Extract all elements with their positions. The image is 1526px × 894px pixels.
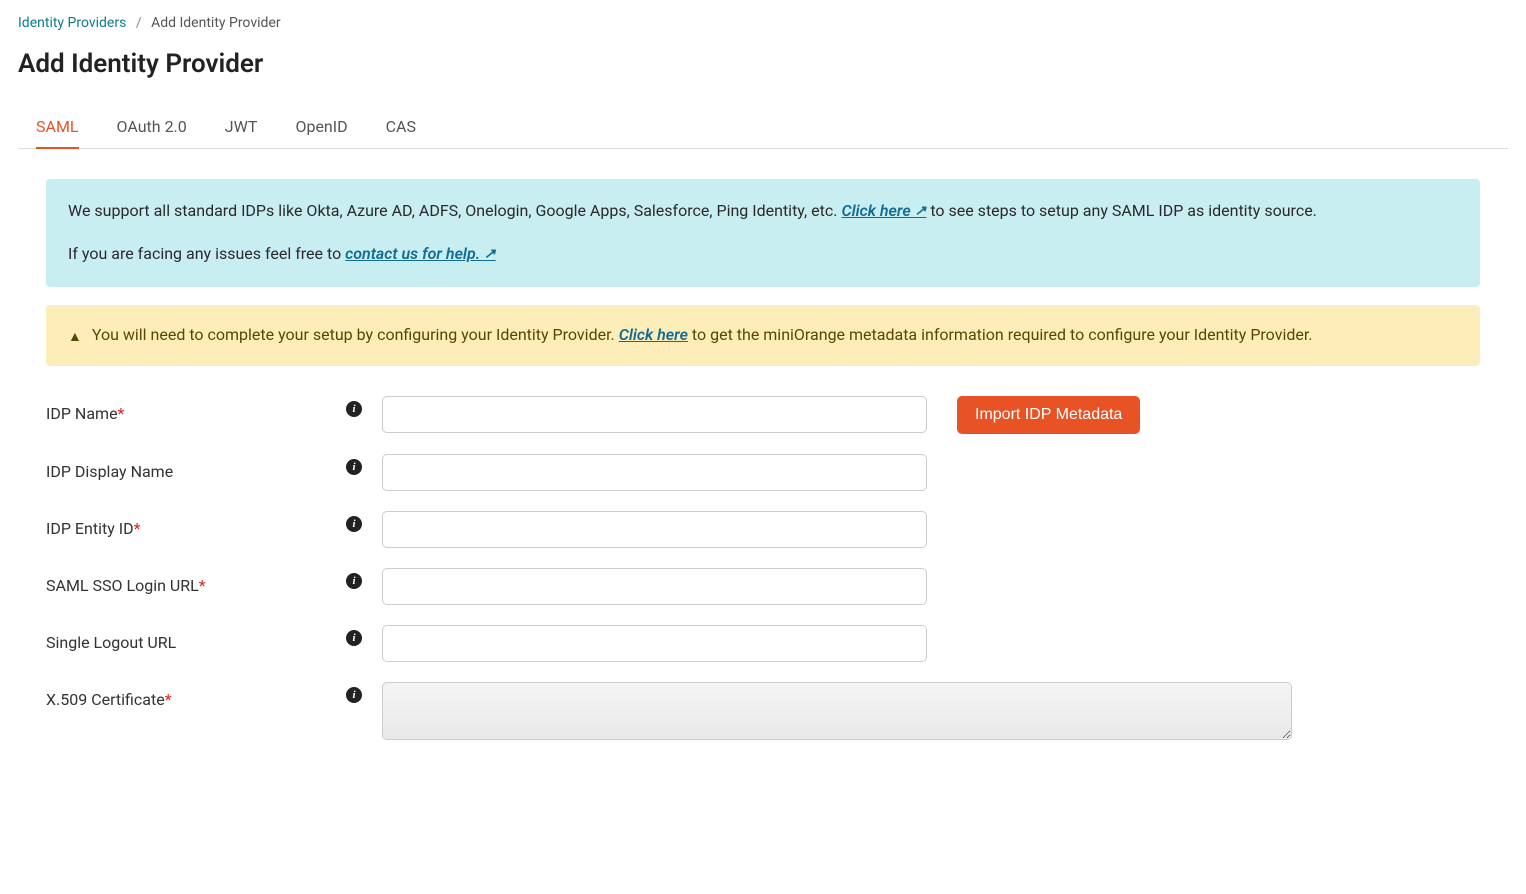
required-marker: * xyxy=(199,576,206,595)
page-title: Add Identity Provider xyxy=(18,49,1508,79)
warn-link-click-here[interactable]: Click here xyxy=(619,325,688,344)
breadcrumb-separator: / xyxy=(136,15,142,31)
info-icon[interactable]: i xyxy=(346,516,362,532)
info-text-2a: If you are facing any issues feel free t… xyxy=(68,244,345,263)
idp-entity-id-input[interactable] xyxy=(382,511,927,548)
info-link-contact-us[interactable]: contact us for help. ↗ xyxy=(345,244,496,263)
row-saml-sso-login-url: SAML SSO Login URL* i xyxy=(46,558,1480,615)
breadcrumb-current: Add Identity Provider xyxy=(151,15,281,31)
tab-cas[interactable]: CAS xyxy=(386,107,416,148)
tab-openid[interactable]: OpenID xyxy=(295,107,347,148)
row-idp-name: IDP Name* i Import IDP Metadata xyxy=(46,386,1480,444)
info-text-1b: to see steps to setup any SAML IDP as id… xyxy=(930,201,1317,220)
info-icon[interactable]: i xyxy=(346,459,362,475)
label-x509-certificate: X.509 Certificate xyxy=(46,690,165,709)
idp-name-input[interactable] xyxy=(382,396,927,433)
breadcrumb: Identity Providers / Add Identity Provid… xyxy=(18,15,1508,31)
label-idp-display-name: IDP Display Name xyxy=(46,462,173,481)
tabs: SAML OAuth 2.0 JWT OpenID CAS xyxy=(18,107,1508,149)
row-x509-certificate: X.509 Certificate* i xyxy=(46,672,1480,754)
row-single-logout-url: Single Logout URL i xyxy=(46,615,1480,672)
label-idp-entity-id: IDP Entity ID xyxy=(46,519,134,538)
warning-banner: ▲ You will need to complete your setup b… xyxy=(46,305,1480,367)
warn-text-after: to get the miniOrange metadata informati… xyxy=(692,325,1313,344)
required-marker: * xyxy=(118,404,125,423)
row-idp-entity-id: IDP Entity ID* i xyxy=(46,501,1480,558)
info-text-1a: We support all standard IDPs like Okta, … xyxy=(68,201,841,220)
tab-oauth2[interactable]: OAuth 2.0 xyxy=(117,107,187,148)
idp-display-name-input[interactable] xyxy=(382,454,927,491)
import-idp-metadata-button[interactable]: Import IDP Metadata xyxy=(957,396,1140,434)
info-banner: We support all standard IDPs like Okta, … xyxy=(46,179,1480,287)
breadcrumb-parent-link[interactable]: Identity Providers xyxy=(18,15,126,31)
required-marker: * xyxy=(134,519,141,538)
x509-certificate-input[interactable] xyxy=(382,682,1292,740)
info-link-click-here[interactable]: Click here ↗ xyxy=(841,201,926,220)
label-idp-name: IDP Name xyxy=(46,404,118,423)
warning-icon: ▲ xyxy=(68,327,82,349)
info-icon[interactable]: i xyxy=(346,630,362,646)
label-single-logout-url: Single Logout URL xyxy=(46,633,176,652)
label-saml-sso-login-url: SAML SSO Login URL xyxy=(46,576,199,595)
row-idp-display-name: IDP Display Name i xyxy=(46,444,1480,501)
saml-sso-login-url-input[interactable] xyxy=(382,568,927,605)
tab-jwt[interactable]: JWT xyxy=(225,107,258,148)
external-link-icon: ↗ xyxy=(484,246,496,262)
external-link-icon: ↗ xyxy=(915,203,927,219)
tab-saml[interactable]: SAML xyxy=(36,107,79,148)
info-icon[interactable]: i xyxy=(346,687,362,703)
single-logout-url-input[interactable] xyxy=(382,625,927,662)
info-icon[interactable]: i xyxy=(346,401,362,417)
warn-text-before: You will need to complete your setup by … xyxy=(92,325,619,344)
info-icon[interactable]: i xyxy=(346,573,362,589)
required-marker: * xyxy=(165,690,172,709)
